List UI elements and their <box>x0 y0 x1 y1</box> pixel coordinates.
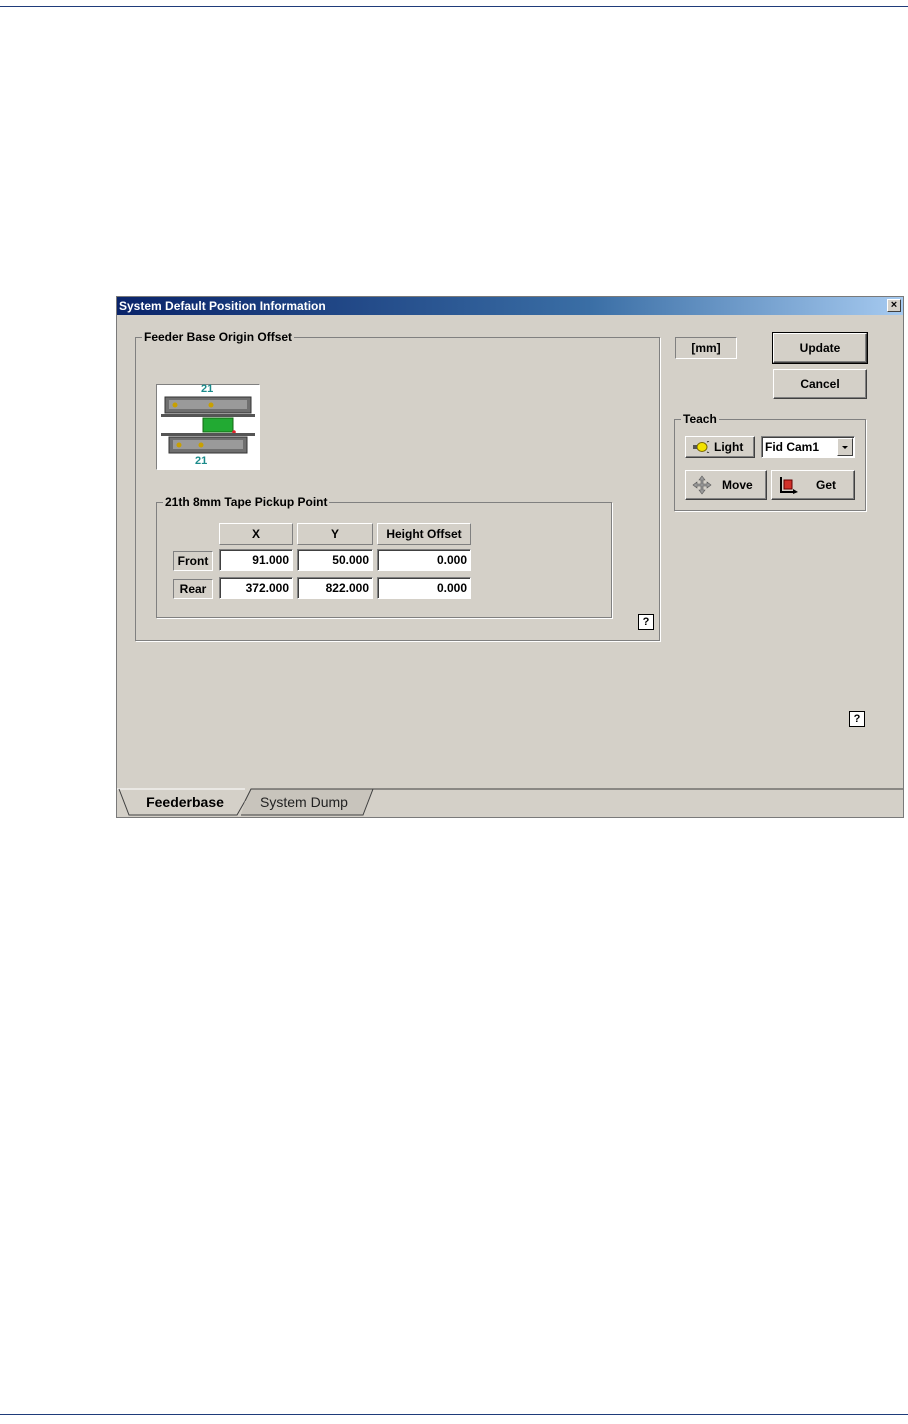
get-button-label: Get <box>816 478 837 492</box>
rear-y-field[interactable]: 822.000 <box>297 577 373 599</box>
move-arrows-icon <box>692 475 712 495</box>
camera-select-value: Fid Cam1 <box>765 440 820 454</box>
tab-bar: Feederbase System Dump <box>117 787 903 817</box>
bottom-rule-line <box>0 1414 908 1415</box>
chevron-down-icon <box>842 446 848 449</box>
front-x-field[interactable]: 91.000 <box>219 549 293 571</box>
system-default-position-dialog: System Default Position Information × Fe… <box>116 296 904 818</box>
dialog-title: System Default Position Information <box>119 299 326 313</box>
close-icon: × <box>890 299 898 311</box>
tab-feederbase-label: Feederbase <box>146 794 224 810</box>
get-button[interactable]: Get <box>771 470 855 500</box>
row-label-rear: Rear <box>173 579 213 599</box>
camera-select-dropdown-button[interactable] <box>837 438 853 456</box>
feeder-diagram-graphic <box>161 396 255 454</box>
column-header-y: Y <box>297 523 373 545</box>
column-header-x: X <box>219 523 293 545</box>
close-button[interactable]: × <box>887 299 901 312</box>
dialog-help-button[interactable]: ? <box>849 711 865 727</box>
teach-group: Teach Light Fid Cam1 Move Get <box>674 412 866 511</box>
move-button[interactable]: Move <box>685 470 767 500</box>
get-position-icon <box>780 477 798 494</box>
rear-height-offset-field[interactable]: 0.000 <box>377 577 471 599</box>
feeder-base-origin-offset-group: Feeder Base Origin Offset 21 21 21th 8mm… <box>135 330 660 641</box>
camera-select[interactable]: Fid Cam1 <box>761 436 855 458</box>
teach-group-title: Teach <box>681 412 719 426</box>
diagram-bottom-label: 21 <box>195 455 208 467</box>
cancel-button[interactable]: Cancel <box>773 369 867 399</box>
column-header-height-offset: Height Offset <box>377 523 471 545</box>
help-icon: ? <box>853 713 861 725</box>
unit-label: [mm] <box>675 337 737 359</box>
pickup-group-title: 21th 8mm Tape Pickup Point <box>163 495 330 509</box>
tab-feederbase[interactable]: Feederbase <box>135 791 235 813</box>
diagram-top-label: 21 <box>201 383 214 395</box>
light-button-label: Light <box>714 440 744 454</box>
light-bulb-icon <box>693 441 710 453</box>
help-icon: ? <box>642 616 650 628</box>
feeder-base-diagram: 21 21 <box>156 383 260 470</box>
move-button-label: Move <box>722 478 753 492</box>
feeder-group-title: Feeder Base Origin Offset <box>142 330 295 344</box>
top-rule-line <box>0 6 908 7</box>
light-button[interactable]: Light <box>685 436 755 458</box>
tab-system-dump[interactable]: System Dump <box>251 791 357 813</box>
front-height-offset-field[interactable]: 0.000 <box>377 549 471 571</box>
feeder-help-button[interactable]: ? <box>638 614 654 630</box>
tape-pickup-point-group: 21th 8mm Tape Pickup Point X Y Height Of… <box>156 495 612 618</box>
front-y-field[interactable]: 50.000 <box>297 549 373 571</box>
update-button[interactable]: Update <box>772 332 868 364</box>
rear-x-field[interactable]: 372.000 <box>219 577 293 599</box>
row-label-front: Front <box>173 551 213 571</box>
dialog-titlebar: System Default Position Information × <box>117 297 903 315</box>
tab-system-dump-label: System Dump <box>260 794 348 810</box>
